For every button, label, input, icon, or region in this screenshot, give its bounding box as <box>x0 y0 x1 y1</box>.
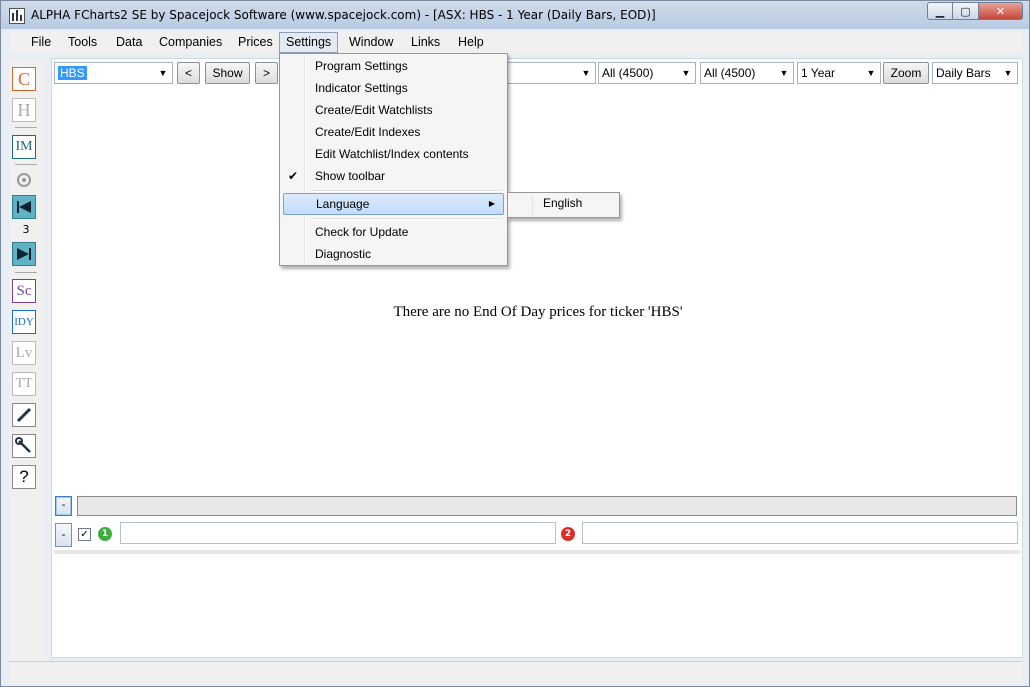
title-bar: ALPHA FCharts2 SE by Spacejock Software … <box>1 1 1029 29</box>
menu-item-indicator-settings[interactable]: Indicator Settings <box>283 77 504 99</box>
filter-2-value: All (4500) <box>704 66 756 80</box>
chevron-down-icon: ▼ <box>158 68 168 78</box>
language-submenu: English <box>507 192 620 218</box>
chevron-down-icon: ▼ <box>1003 68 1013 78</box>
minimize-button[interactable]: ▁ <box>927 2 953 20</box>
collapse-button-1[interactable]: - <box>55 496 72 516</box>
watchlist-select[interactable]: ▼ <box>498 62 596 84</box>
menu-item-edit-contents[interactable]: Edit Watchlist/Index contents <box>283 143 504 165</box>
maximize-button[interactable]: ▢ <box>953 2 979 20</box>
previous-icon[interactable] <box>12 195 36 219</box>
window-controls: ▁ ▢ ✕ <box>927 2 1023 20</box>
scan-icon[interactable]: Sc <box>12 279 36 303</box>
menu-item-create-indexes[interactable]: Create/Edit Indexes <box>283 121 504 143</box>
text-tool-icon[interactable]: TT <box>12 372 36 396</box>
history-icon[interactable]: H <box>12 98 36 122</box>
ticker-select[interactable]: HBS ▼ <box>54 62 173 84</box>
marker-2-icon: 2 <box>561 527 575 541</box>
level-icon[interactable]: Lv <box>12 341 36 365</box>
left-toolbar: C H IM 3 Sc IDY Lv TT ? <box>9 61 45 661</box>
settings-gear-icon[interactable] <box>12 168 36 192</box>
filter-1-value: All (4500) <box>602 66 654 80</box>
chevron-down-icon: ▼ <box>866 68 876 78</box>
chevron-down-icon: ▼ <box>581 68 591 78</box>
bar-type-select[interactable]: Daily Bars ▼ <box>932 62 1018 84</box>
next-icon[interactable] <box>12 242 36 266</box>
menu-item-show-toolbar[interactable]: ✔ Show toolbar <box>283 165 504 187</box>
menu-window[interactable]: Window <box>343 32 399 53</box>
period-select[interactable]: 1 Year ▼ <box>797 62 881 84</box>
chart-icon[interactable]: C <box>12 67 36 91</box>
filter-select-2[interactable]: All (4500) ▼ <box>700 62 794 84</box>
period-value: 1 Year <box>801 66 836 80</box>
collapse-button-2[interactable]: - <box>55 523 72 547</box>
app-icon[interactable] <box>9 8 25 24</box>
bar-type-value: Daily Bars <box>936 66 991 80</box>
menu-help[interactable]: Help <box>452 32 490 53</box>
close-button[interactable]: ✕ <box>979 2 1023 20</box>
menu-companies[interactable]: Companies <box>153 32 228 53</box>
chart-panel: HBS ▼ < Show > ▼ All (4500) ▼ All (4500)… <box>51 58 1023 658</box>
status-bar <box>9 661 1023 684</box>
marker-1-icon: 1 <box>98 527 112 541</box>
window-title: ALPHA FCharts2 SE by Spacejock Software … <box>31 8 656 22</box>
menu-file[interactable]: File <box>25 32 57 53</box>
menu-bar: File Tools Data Companies Prices Setting… <box>9 32 1023 53</box>
step-count: 3 <box>22 223 30 236</box>
language-english[interactable]: English <box>543 196 582 210</box>
next-ticker-button[interactable]: > <box>255 62 278 84</box>
app-window: ALPHA FCharts2 SE by Spacejock Software … <box>0 0 1030 687</box>
menu-tools[interactable]: Tools <box>62 32 103 53</box>
no-data-message: There are no End Of Day prices for ticke… <box>393 304 683 320</box>
settings-dropdown: Program Settings Indicator Settings Crea… <box>279 53 508 266</box>
pen-icon[interactable] <box>12 403 36 427</box>
submenu-arrow-icon: ▶ <box>488 199 495 208</box>
wrench-icon[interactable] <box>12 434 36 458</box>
menu-links[interactable]: Links <box>405 32 446 53</box>
filter-select-1[interactable]: All (4500) ▼ <box>598 62 696 84</box>
index-icon[interactable]: IDY <box>12 310 36 334</box>
indicator-checkbox[interactable]: ✓ <box>78 528 91 541</box>
help-icon[interactable]: ? <box>12 465 36 489</box>
menu-item-check-update[interactable]: Check for Update <box>283 221 504 243</box>
show-button[interactable]: Show <box>205 62 250 84</box>
menu-data[interactable]: Data <box>110 32 148 53</box>
chevron-down-icon: ▼ <box>779 68 789 78</box>
menu-settings[interactable]: Settings <box>279 32 339 53</box>
chevron-down-icon: ▼ <box>681 68 691 78</box>
indicator-bar <box>77 496 1017 516</box>
menu-item-create-watchlists[interactable]: Create/Edit Watchlists <box>283 99 504 121</box>
menu-item-program-settings[interactable]: Program Settings <box>283 55 504 77</box>
indicator-field-1[interactable] <box>120 522 556 544</box>
indicator-field-2[interactable] <box>582 522 1018 544</box>
menu-prices[interactable]: Prices <box>232 32 279 53</box>
menu-item-language[interactable]: Language ▶ <box>283 193 504 215</box>
checkmark-icon: ✔ <box>288 169 299 183</box>
panel-divider <box>54 550 1020 554</box>
zoom-button[interactable]: Zoom <box>883 62 929 84</box>
import-icon[interactable]: IM <box>12 135 36 159</box>
previous-ticker-button[interactable]: < <box>177 62 200 84</box>
menu-item-diagnostic[interactable]: Diagnostic <box>283 243 504 265</box>
ticker-value: HBS <box>58 66 87 80</box>
